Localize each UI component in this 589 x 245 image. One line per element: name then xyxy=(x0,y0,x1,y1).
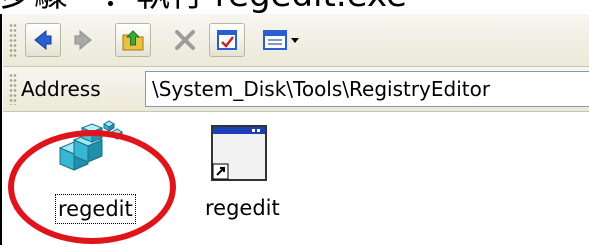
file-item-regedit-shortcut[interactable] xyxy=(208,124,270,188)
properties-button[interactable] xyxy=(209,23,245,57)
delete-button[interactable] xyxy=(167,23,203,57)
toolbar xyxy=(3,14,589,67)
forward-arrow-icon xyxy=(72,29,94,51)
up-folder-icon xyxy=(120,27,146,53)
instruction-title: 步驟一：執行 regedit.exe xyxy=(0,0,407,12)
file-label-regedit-shortcut[interactable]: regedit xyxy=(205,194,280,222)
shortcut-window-icon xyxy=(208,125,270,188)
views-icon xyxy=(262,28,302,52)
delete-icon xyxy=(173,28,197,52)
window-border xyxy=(0,14,2,245)
highlight-circle xyxy=(8,130,176,244)
address-input[interactable]: \System_Disk\Tools\RegistryEditor xyxy=(145,71,589,107)
views-button[interactable] xyxy=(259,23,305,57)
properties-icon xyxy=(215,28,239,52)
address-gripper[interactable] xyxy=(9,73,17,105)
back-button[interactable] xyxy=(25,23,61,57)
address-bar: Address \System_Disk\Tools\RegistryEdito… xyxy=(3,67,589,112)
back-arrow-icon xyxy=(32,29,54,51)
address-label: Address xyxy=(21,77,101,101)
toolbar-gripper[interactable] xyxy=(9,23,17,57)
up-folder-button[interactable] xyxy=(115,23,151,57)
forward-button[interactable] xyxy=(65,23,101,57)
